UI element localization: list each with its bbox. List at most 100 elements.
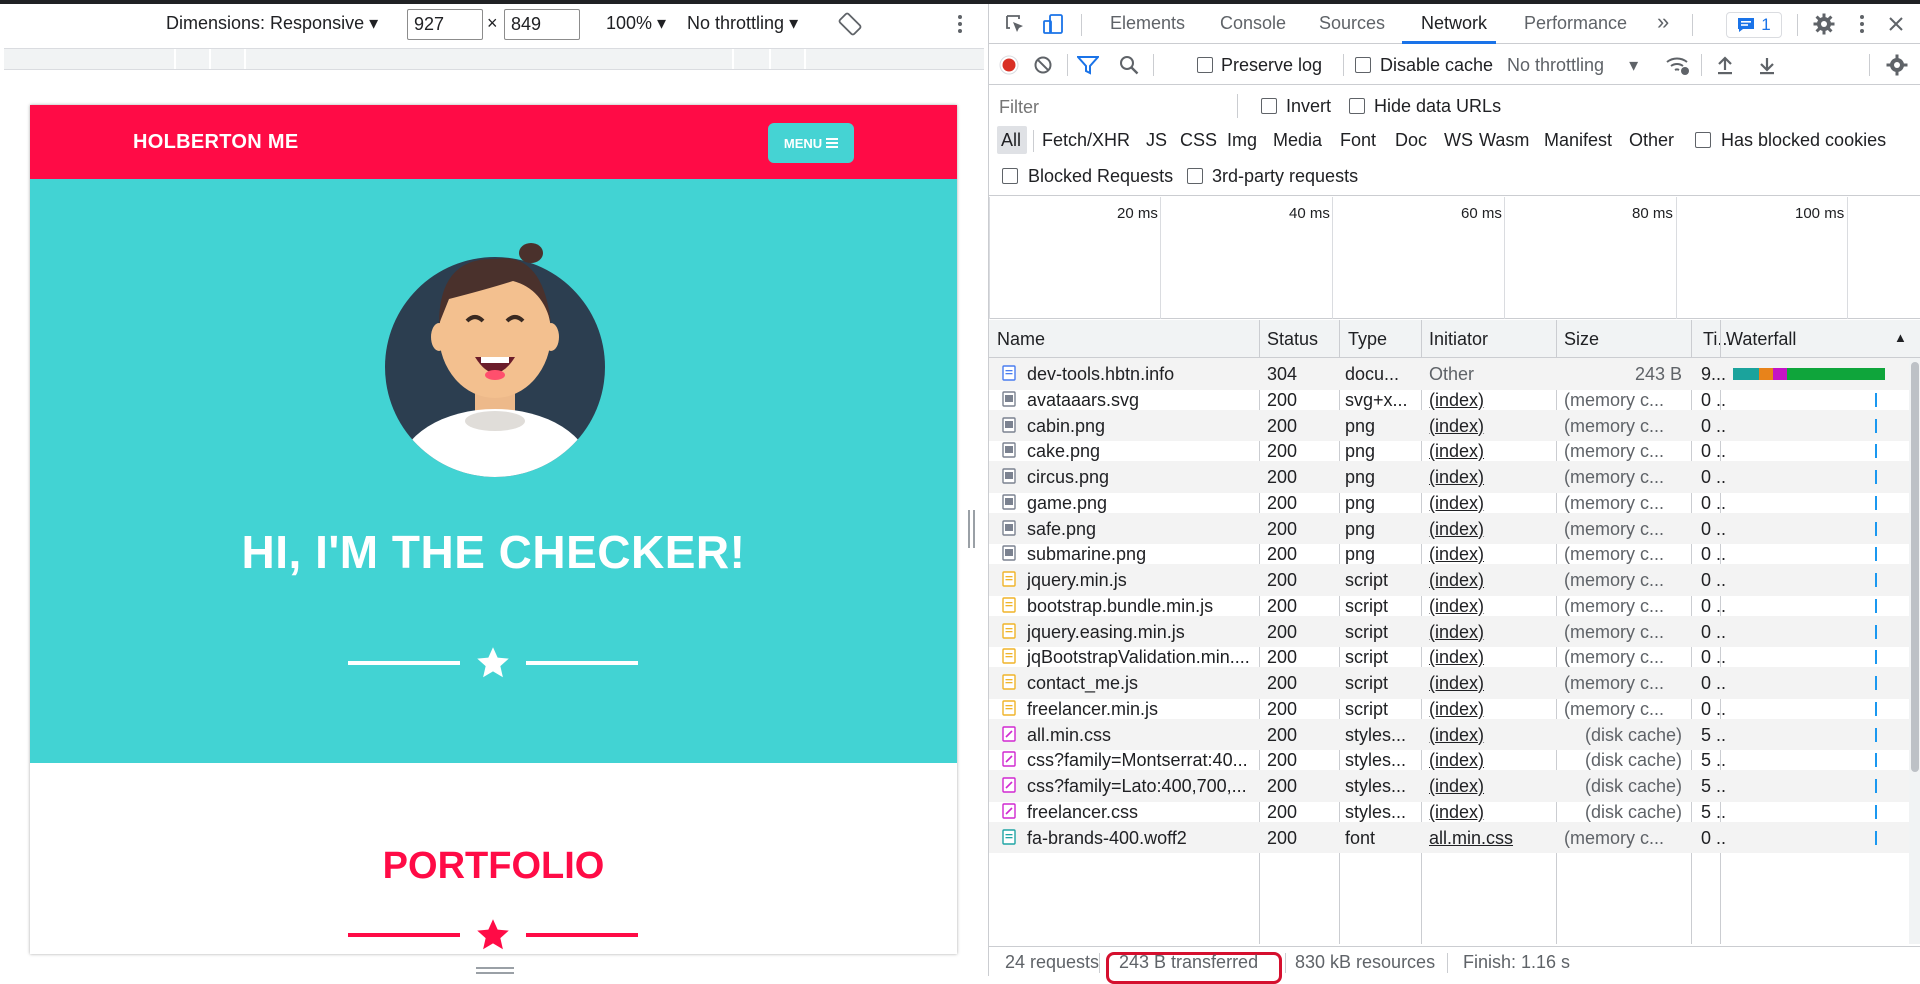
zoom-dropdown[interactable]: 100% ▾ bbox=[606, 13, 666, 34]
request-name: cabin.png bbox=[1027, 415, 1106, 436]
request-initiator[interactable]: (index) bbox=[1429, 467, 1549, 488]
request-size: (memory c... bbox=[1564, 827, 1665, 848]
request-initiator[interactable]: (index) bbox=[1429, 699, 1549, 720]
request-initiator[interactable]: (index) bbox=[1429, 596, 1549, 617]
request-initiator[interactable]: (index) bbox=[1429, 519, 1549, 540]
filter-input[interactable] bbox=[999, 94, 1229, 120]
request-name: cake.png bbox=[1027, 441, 1101, 462]
type-filter-media[interactable]: Media bbox=[1273, 130, 1322, 151]
site-brand[interactable]: HOLBERTON ME bbox=[133, 131, 298, 154]
hide-data-urls-checkbox[interactable] bbox=[1349, 98, 1365, 114]
media-query-bar[interactable] bbox=[4, 48, 984, 70]
type-filter-js[interactable]: JS bbox=[1146, 130, 1167, 151]
issues-badge[interactable]: 1 bbox=[1726, 12, 1782, 38]
request-initiator[interactable]: (index) bbox=[1429, 673, 1549, 694]
width-input[interactable]: 927 bbox=[407, 9, 483, 40]
tab-sources[interactable]: Sources bbox=[1319, 13, 1385, 34]
export-har-icon[interactable] bbox=[1757, 54, 1777, 76]
type-filter-fetch[interactable]: Fetch/XHR bbox=[1042, 130, 1130, 151]
request-type: png bbox=[1345, 518, 1376, 539]
resize-handle-right[interactable] bbox=[968, 510, 976, 548]
type-filter-wasm[interactable]: Wasm bbox=[1479, 130, 1529, 151]
request-initiator[interactable]: (index) bbox=[1429, 544, 1549, 565]
col-status[interactable]: Status bbox=[1267, 329, 1318, 350]
request-initiator[interactable]: (index) bbox=[1429, 390, 1549, 411]
request-initiator[interactable]: (index) bbox=[1429, 622, 1549, 643]
network-overview[interactable]: 20 ms 40 ms 60 ms 80 ms 100 ms bbox=[989, 197, 1920, 319]
type-filter-manifest[interactable]: Manifest bbox=[1544, 130, 1612, 151]
third-party-checkbox[interactable] bbox=[1187, 168, 1203, 184]
device-throttling-dropdown[interactable]: No throttling ▾ bbox=[687, 13, 798, 34]
request-size: (memory c... bbox=[1564, 389, 1665, 410]
tab-console[interactable]: Console bbox=[1220, 13, 1286, 34]
request-type: styles... bbox=[1345, 750, 1407, 771]
request-row[interactable]: fa-brands-400.woff2 200 font all.min.css (me… bbox=[989, 821, 1909, 853]
type-filter-all[interactable]: All bbox=[1001, 130, 1021, 151]
search-icon[interactable] bbox=[1119, 55, 1139, 75]
tab-performance[interactable]: Performance bbox=[1524, 13, 1627, 34]
type-filter-ws[interactable]: WS bbox=[1444, 130, 1473, 151]
type-filter-img[interactable]: Img bbox=[1227, 130, 1257, 151]
has-blocked-cookies-checkbox[interactable] bbox=[1695, 132, 1711, 148]
request-name: contact_me.js bbox=[1027, 673, 1139, 693]
height-input[interactable]: 849 bbox=[504, 9, 580, 40]
request-initiator[interactable]: (index) bbox=[1429, 647, 1549, 668]
settings-gear-icon[interactable] bbox=[1812, 12, 1836, 36]
request-initiator[interactable]: (index) bbox=[1429, 493, 1549, 514]
request-name: submarine.png bbox=[1027, 544, 1147, 565]
request-initiator[interactable]: all.min.css bbox=[1429, 828, 1549, 849]
preserve-log-checkbox[interactable] bbox=[1197, 57, 1213, 73]
record-icon[interactable] bbox=[999, 55, 1019, 75]
request-initiator[interactable]: (index) bbox=[1429, 802, 1549, 823]
col-initiator[interactable]: Initiator bbox=[1429, 329, 1488, 350]
request-size: (memory c... bbox=[1564, 492, 1665, 513]
rotate-icon[interactable] bbox=[838, 12, 862, 36]
menu-button[interactable]: MENU bbox=[768, 123, 854, 163]
overview-tick: 80 ms bbox=[1632, 205, 1673, 222]
img-file-icon bbox=[1002, 391, 1016, 407]
network-conditions-icon[interactable] bbox=[1665, 53, 1691, 77]
devtools-more-icon[interactable] bbox=[1850, 12, 1874, 36]
request-initiator[interactable]: (index) bbox=[1429, 776, 1549, 797]
disable-cache-checkbox[interactable] bbox=[1355, 57, 1371, 73]
col-size[interactable]: Size bbox=[1564, 329, 1599, 350]
request-initiator[interactable]: (index) bbox=[1429, 441, 1549, 462]
close-icon[interactable] bbox=[1884, 12, 1908, 36]
waterfall-bar bbox=[1875, 753, 1877, 768]
request-status: 200 bbox=[1267, 750, 1298, 771]
type-filter-css[interactable]: CSS bbox=[1180, 130, 1217, 151]
tab-elements[interactable]: Elements bbox=[1110, 13, 1185, 34]
type-filter-font[interactable]: Font bbox=[1340, 130, 1376, 151]
tab-network[interactable]: Network bbox=[1421, 13, 1487, 34]
request-initiator[interactable]: (index) bbox=[1429, 570, 1549, 591]
network-throttling-dropdown[interactable]: No throttling ▾ bbox=[1507, 55, 1638, 76]
requests-scrollbar[interactable] bbox=[1909, 358, 1920, 944]
request-name: freelancer.css bbox=[1027, 801, 1139, 822]
request-status: 200 bbox=[1267, 570, 1298, 590]
type-filter-other[interactable]: Other bbox=[1629, 130, 1674, 151]
inspect-element-icon[interactable] bbox=[1003, 12, 1027, 36]
network-settings-icon[interactable] bbox=[1885, 53, 1909, 77]
type-filter-doc[interactable]: Doc bbox=[1395, 130, 1427, 151]
filter-icon[interactable] bbox=[1077, 55, 1099, 75]
overview-tick: 20 ms bbox=[1117, 205, 1158, 222]
request-name: bootstrap.bundle.min.js bbox=[1027, 595, 1214, 616]
more-tabs-button[interactable]: » bbox=[1657, 9, 1669, 35]
import-har-icon[interactable] bbox=[1715, 54, 1735, 76]
device-more-icon[interactable] bbox=[950, 12, 970, 36]
blocked-requests-checkbox[interactable] bbox=[1002, 168, 1018, 184]
col-name[interactable]: Name bbox=[997, 329, 1045, 350]
resize-handle-bottom[interactable] bbox=[476, 967, 514, 975]
request-status: 200 bbox=[1267, 827, 1298, 848]
clear-icon[interactable] bbox=[1033, 55, 1053, 75]
col-waterfall[interactable]: Waterfall bbox=[1726, 329, 1796, 350]
request-initiator[interactable]: (index) bbox=[1429, 750, 1549, 771]
js-file-icon bbox=[1002, 674, 1016, 690]
message-icon bbox=[1738, 18, 1755, 32]
col-type[interactable]: Type bbox=[1348, 329, 1387, 350]
device-toggle-icon[interactable] bbox=[1041, 12, 1065, 36]
dimensions-dropdown[interactable]: Dimensions: Responsive ▾ bbox=[166, 13, 378, 34]
request-initiator[interactable]: (index) bbox=[1429, 416, 1549, 437]
request-initiator[interactable]: (index) bbox=[1429, 725, 1549, 746]
invert-checkbox[interactable] bbox=[1261, 98, 1277, 114]
